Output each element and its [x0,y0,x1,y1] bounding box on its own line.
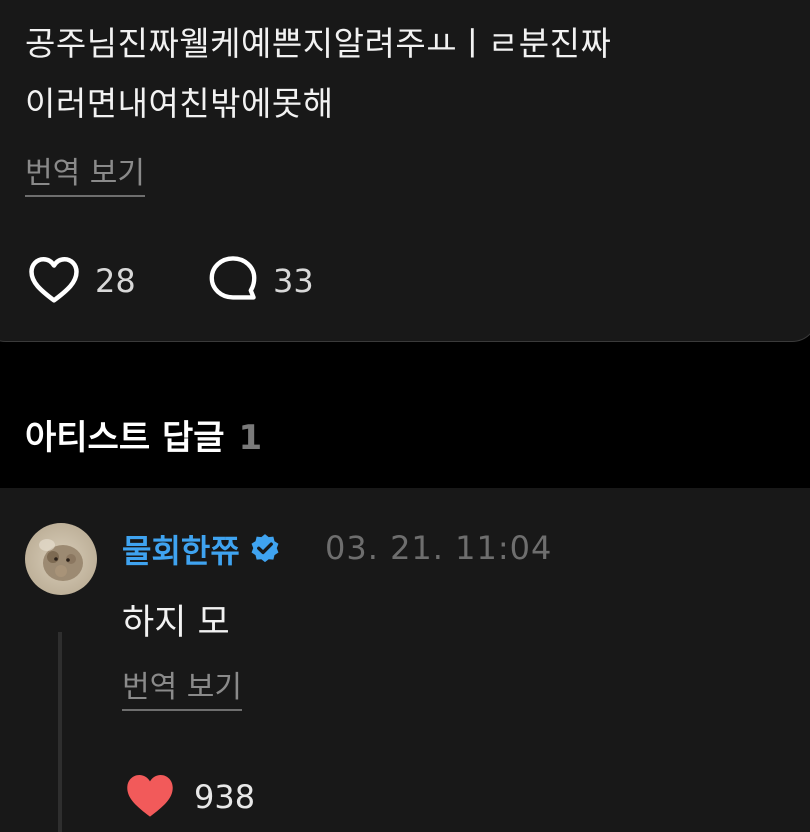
page: 공주님진짜웰케예쁜지알려주ㅛㅣㄹ분진짜 이러면내여친밖에못해 번역 보기 28 … [0,0,810,832]
reply-date: 03. 21. 11:04 [325,529,553,567]
avatar[interactable] [25,523,97,595]
speech-bubble-icon [207,254,259,308]
heart-outline-icon [27,254,81,308]
post-text-line-1: 공주님진짜웰케예쁜지알려주ㅛㅣㄹ분진짜 [25,24,612,63]
reply-author[interactable]: 물회한쮸 [122,526,282,572]
post-text: 공주님진짜웰케예쁜지알려주ㅛㅣㄹ분진짜 이러면내여친밖에못해 [25,14,795,134]
post-translate-link[interactable]: 번역 보기 [25,156,145,197]
verified-badge-icon [248,532,282,566]
reply-translate-link[interactable]: 번역 보기 [122,670,242,711]
post-like-button[interactable]: 28 [27,254,136,308]
artist-replies-count: 1 [238,418,263,458]
post-comment-count: 33 [273,262,314,300]
reply-like-count: 938 [194,778,256,816]
thread-line [58,632,62,832]
post-like-count: 28 [95,262,136,300]
heart-filled-icon [122,770,178,824]
post-text-line-2: 이러면내여친밖에못해 [25,84,334,123]
post-comment-button[interactable]: 33 [207,254,314,308]
reply-like-button[interactable]: 938 [122,770,255,824]
artist-replies-header: 아티스트 답글 1 [25,410,262,459]
reply-text: 하지 모 [122,603,230,643]
artist-replies-title: 아티스트 답글 [25,418,225,458]
reply-author-name: 물회한쮸 [122,532,240,570]
